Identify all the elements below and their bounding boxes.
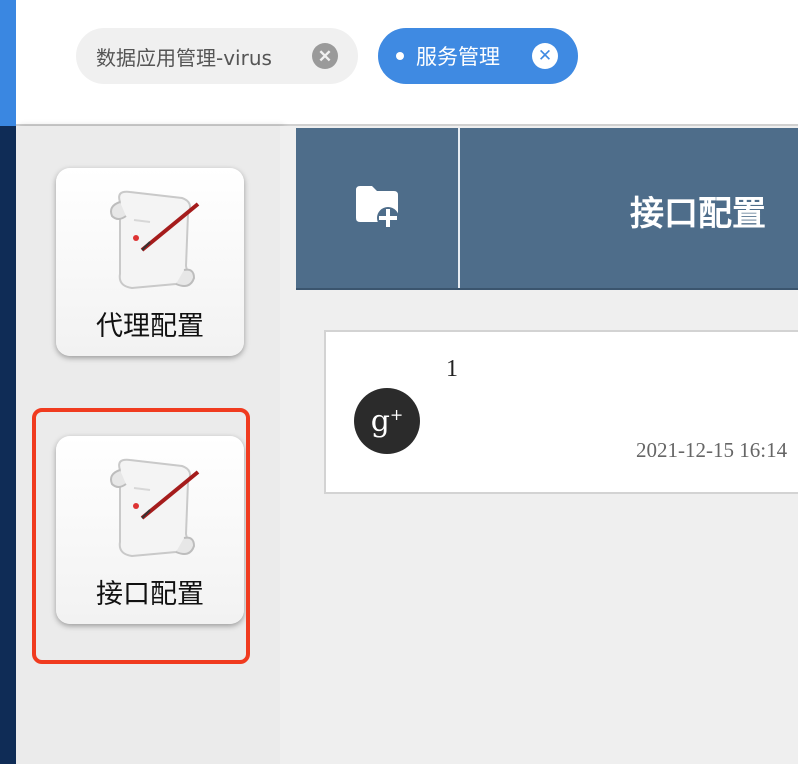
- header-divider: [458, 128, 460, 288]
- item-timestamp: 2021-12-15 16:14: [636, 438, 788, 462]
- sidebar: 代理配置 接口配置: [16, 126, 280, 764]
- close-circle-icon[interactable]: ✕: [532, 43, 558, 69]
- main-content: 接口配置 g + 1 2021-12-15 16:14: [280, 126, 798, 764]
- left-nav-strip: [0, 126, 16, 764]
- sidebar-item-proxy-config[interactable]: 代理配置: [56, 168, 244, 356]
- google-plus-icon: g +: [354, 388, 420, 454]
- content-header: 接口配置: [296, 128, 798, 290]
- tab-label: 服务管理: [416, 45, 500, 69]
- folder-add-button[interactable]: [352, 180, 404, 232]
- sidebar-item-label: 代理配置: [96, 311, 204, 342]
- tab-label: 数据应用管理-virus: [96, 45, 272, 70]
- close-circle-icon[interactable]: ✕: [312, 43, 338, 69]
- tab-bar: 数据应用管理-virus ✕ 服务管理 ✕: [16, 0, 798, 126]
- active-dot-icon: [396, 52, 404, 60]
- item-name: 1: [446, 356, 458, 382]
- page-title: 接口配置: [630, 194, 766, 234]
- scroll-quill-icon: [110, 190, 200, 290]
- list-item[interactable]: g + 1 2021-12-15 16:14: [324, 330, 798, 494]
- folder-add-icon: [356, 186, 399, 229]
- selection-highlight: [32, 408, 250, 664]
- left-accent-strip: [0, 0, 16, 126]
- tab-data-app-management[interactable]: 数据应用管理-virus ✕: [76, 28, 358, 84]
- tab-service-management[interactable]: 服务管理 ✕: [378, 28, 578, 84]
